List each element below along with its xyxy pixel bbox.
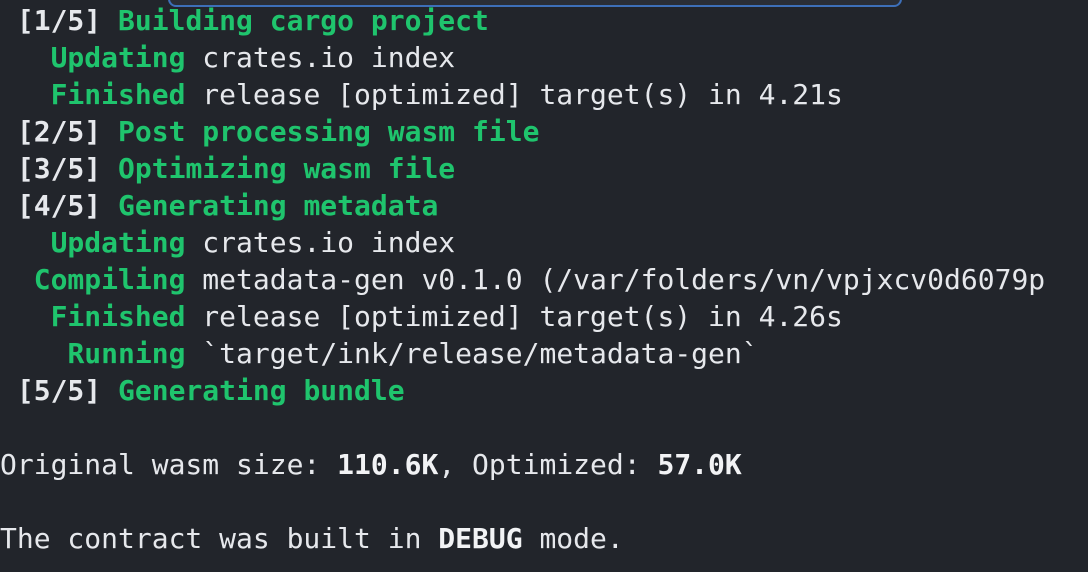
- cargo-message: release [optimized] target(s) in 4.21s: [185, 78, 843, 111]
- step-label: Optimizing wasm file: [118, 152, 456, 185]
- step-counter: [3/5]: [16, 152, 102, 185]
- step-line-3: [3/5] Optimizing wasm file: [0, 150, 455, 187]
- step-line-4: [4/5] Generating metadata: [0, 187, 438, 224]
- cargo-compiling-line: Compiling metadata-gen v0.1.0 (/var/fold…: [0, 261, 1045, 298]
- original-size-label: Original wasm size:: [0, 448, 338, 481]
- cargo-running-line: Running `target/ink/release/metadata-gen…: [0, 335, 759, 372]
- build-mode-suffix: mode.: [522, 522, 624, 555]
- build-mode-line: The contract was built in DEBUG mode.: [0, 520, 624, 557]
- step-counter: [1/5]: [16, 4, 102, 37]
- optimized-size-label: , Optimized:: [438, 448, 658, 481]
- cargo-message: crates.io index: [185, 41, 456, 74]
- build-mode-prefix: The contract was built in: [0, 522, 439, 555]
- terminal-window[interactable]: [1/5] Building cargo project Updating cr…: [0, 0, 1088, 572]
- optimized-size-value: 57.0K: [657, 448, 742, 481]
- cargo-message: crates.io index: [185, 226, 456, 259]
- cargo-verb: Updating: [50, 41, 186, 74]
- cargo-verb: Updating: [50, 226, 186, 259]
- cargo-verb: Finished: [50, 300, 186, 333]
- original-size-value: 110.6K: [337, 448, 439, 481]
- step-label: Generating metadata: [118, 189, 439, 222]
- cargo-verb: Finished: [50, 78, 186, 111]
- step-line-2: [2/5] Post processing wasm file: [0, 113, 540, 150]
- step-counter: [2/5]: [16, 115, 102, 148]
- cargo-updating-line: Updating crates.io index: [0, 39, 456, 76]
- step-counter: [4/5]: [16, 189, 102, 222]
- build-mode-value: DEBUG: [438, 522, 523, 555]
- cargo-verb: Running: [67, 337, 186, 370]
- step-label: Generating bundle: [118, 374, 405, 407]
- step-label: Post processing wasm file: [118, 115, 540, 148]
- step-counter: [5/5]: [16, 374, 102, 407]
- cargo-updating-line: Updating crates.io index: [0, 224, 456, 261]
- size-summary-line: Original wasm size: 110.6K, Optimized: 5…: [0, 446, 742, 483]
- step-line-1: [1/5] Building cargo project: [0, 2, 489, 39]
- step-line-5: [5/5] Generating bundle: [0, 372, 405, 409]
- cargo-finished-line: Finished release [optimized] target(s) i…: [0, 298, 843, 335]
- cargo-finished-line: Finished release [optimized] target(s) i…: [0, 76, 843, 113]
- step-label: Building cargo project: [118, 4, 489, 37]
- cargo-message: `target/ink/release/metadata-gen`: [185, 337, 759, 370]
- cargo-message: release [optimized] target(s) in 4.26s: [185, 300, 843, 333]
- cargo-message: metadata-gen v0.1.0 (/var/folders/vn/vpj…: [185, 263, 1046, 296]
- cargo-verb: Compiling: [33, 263, 186, 296]
